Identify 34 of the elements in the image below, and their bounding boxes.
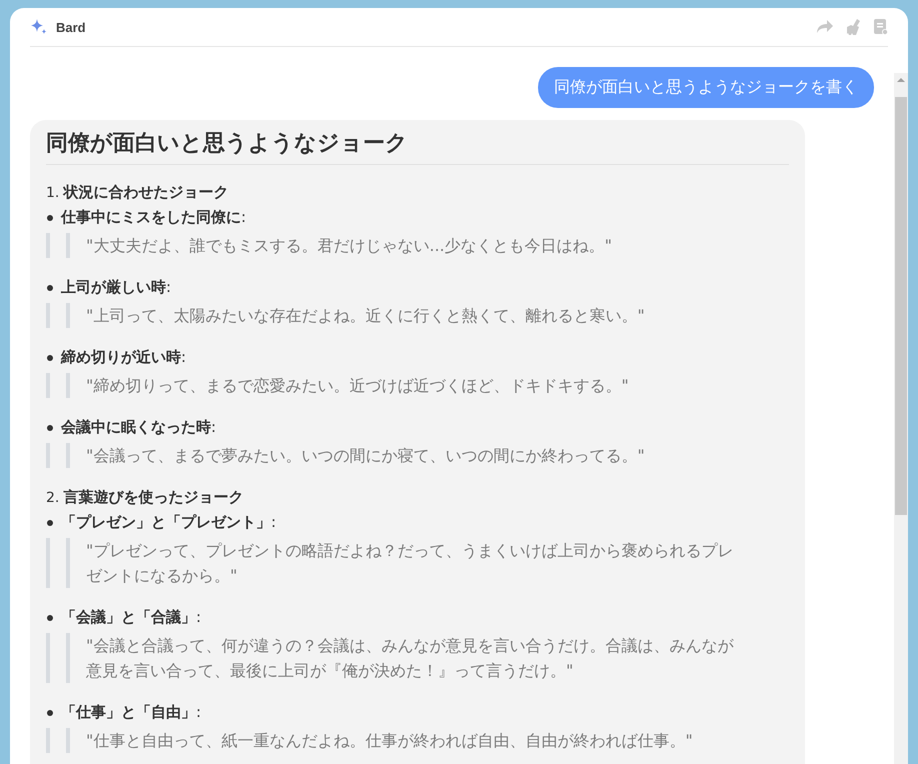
section-number: 2. — [46, 490, 60, 506]
bullet-icon — [47, 354, 53, 360]
user-message: 同僚が面白いと思うようなジョークを書く — [538, 67, 874, 108]
section-heading: 言葉遊びを使ったジョーク — [63, 488, 244, 507]
joke-label: 仕事中にミスをした同僚に: — [61, 208, 246, 227]
scroll-up-icon[interactable] — [897, 77, 905, 83]
share-icon[interactable] — [816, 19, 834, 35]
scrollbar[interactable] — [894, 73, 908, 764]
joke-quote: "会議と合議って、何が違うの？会議は、みんなが意見を言い合うだけ。合議は、みんなが意見を言い合って、最後に上司が『俺が決めた！』って言うだけ。" — [86, 635, 735, 682]
section-heading: 状況に合わせたジョーク — [63, 183, 228, 202]
joke-quote: "プレゼンって、プレゼントの略語だよね？だって、うまくいけば上司から褒められるプレゼントになるから。" — [86, 540, 734, 587]
joke-quote: "大丈夫だよ、誰でもミスする。君だけじゃない...少なくとも今日はね。" — [86, 235, 612, 257]
bullet-icon — [47, 520, 53, 526]
joke-quote: "仕事と自由って、紙一重なんだよね。仕事が終われば自由、自由が終われば仕事。" — [86, 730, 693, 752]
bullet-icon — [47, 614, 53, 620]
bullet-icon — [47, 284, 53, 290]
joke-label: 締め切りが近い時: — [61, 348, 186, 367]
joke-label: 「会議」と「合議」: — [61, 608, 202, 627]
joke-label: 「プレゼン」と「プレゼント」: — [61, 513, 276, 532]
joke-label: 会議中に眠くなった時: — [61, 418, 216, 437]
app-title: Bard — [56, 20, 86, 34]
sparkle-icon — [30, 18, 48, 36]
joke-quote: "締め切りって、まるで恋愛みたい。近づけば近づくほど、ドキドキする。" — [86, 375, 629, 397]
joke-quote: "上司って、太陽みたいな存在だよね。近くに行くと熱くて、離れると寒い。" — [86, 305, 645, 327]
joke-label: 上司が厳しい時: — [61, 278, 172, 297]
bullet-icon — [47, 710, 53, 716]
broom-icon[interactable] — [846, 18, 862, 36]
document-icon[interactable] — [874, 18, 888, 36]
joke-quote: "会議って、まるで夢みたい。いつの間にか寝て、いつの間にか終わってる。" — [86, 445, 645, 467]
bullet-icon — [47, 424, 53, 430]
section-number: 1. — [46, 185, 60, 201]
bullet-icon — [47, 214, 53, 220]
joke-label: 「仕事」と「自由」: — [61, 703, 202, 722]
answer-title: 同僚が面白いと思うようなジョーク — [46, 128, 789, 165]
